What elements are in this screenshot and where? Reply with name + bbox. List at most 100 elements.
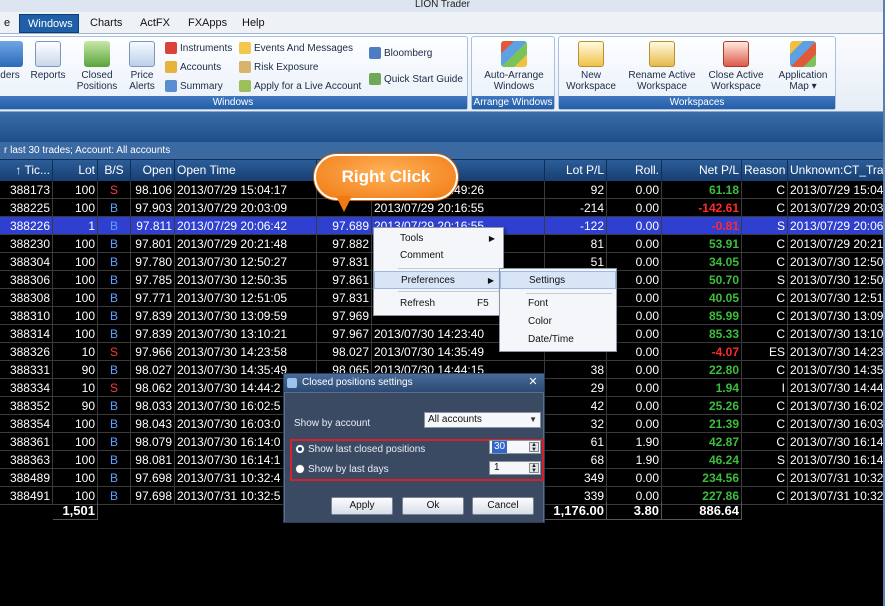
ctx-tools-label: Tools <box>400 233 424 244</box>
total-lot-pl: 1,176.00 <box>545 502 607 520</box>
cell-open-price: 97.839 <box>131 307 175 325</box>
rename-workspace-button[interactable]: Rename Active Workspace <box>625 41 699 92</box>
apply-live-button[interactable]: Apply for a Live Account <box>239 79 361 95</box>
cell-open-time: 2013/07/30 12:50:35 <box>175 271 317 289</box>
bloomberg-button[interactable]: Bloomberg <box>369 46 432 62</box>
last-closed-stepper[interactable]: 30 ▲ ▼ <box>489 440 541 454</box>
table-row[interactable]: 388314 100 B 97.839 2013/07/30 13:10:21 97.96… <box>0 325 883 343</box>
submenu-color[interactable]: Color <box>500 313 616 331</box>
total-roll: 3.80 <box>607 502 662 520</box>
apply-button[interactable]: Apply <box>331 497 393 515</box>
orders-button[interactable]: ders <box>0 41 23 81</box>
column-header-net-pl[interactable]: Net P/L <box>662 160 742 181</box>
risk-exposure-button[interactable]: Risk Exposure <box>239 60 318 76</box>
menu-file[interactable]: e <box>0 14 18 33</box>
cell-lot: 10 <box>53 343 98 361</box>
ok-button[interactable]: Ok <box>402 497 464 515</box>
last-closed-label: Show last closed positions <box>308 444 426 455</box>
column-header-lot-pl[interactable]: Lot P/L <box>545 160 607 181</box>
spin-updown-icon[interactable]: ▲ ▼ <box>529 442 539 453</box>
cell-ticket: 388304 <box>0 253 53 271</box>
cancel-button[interactable]: Cancel <box>472 497 534 515</box>
summary-button[interactable]: Summary <box>165 79 223 95</box>
instruments-icon <box>165 42 177 55</box>
close-icon[interactable]: ✕ <box>526 375 540 389</box>
cell-ct-trade: 2013/07/30 12:50 <box>788 255 884 271</box>
ctx-preferences[interactable]: Preferences ▶ <box>374 271 503 289</box>
cell-lot: 100 <box>53 199 98 217</box>
quick-start-label: Quick Start Guide <box>384 74 463 85</box>
menu-fxapps[interactable]: FXApps <box>180 14 235 33</box>
cell-open-price: 97.780 <box>131 253 175 271</box>
cell-ct-trade: 2013/07/30 12:50 <box>788 273 884 289</box>
quick-start-button[interactable]: Quick Start Guide <box>369 72 463 88</box>
column-header-reason[interactable]: Reason <box>742 160 788 181</box>
ctx-tools[interactable]: Tools ▶ <box>374 230 503 248</box>
account-select[interactable]: All accounts ▼ <box>424 412 541 428</box>
column-header-open-price[interactable]: Open <box>131 160 175 181</box>
reports-icon <box>35 41 61 67</box>
cell-buy-sell: B <box>98 415 131 433</box>
ribbon-group-arrange: Auto-Arrange Windows Arrange Windows <box>471 36 555 110</box>
cell-lot-pl: 61 <box>545 433 607 451</box>
account-select-value: All accounts <box>428 414 482 425</box>
menu-actfx[interactable]: ActFX <box>132 14 178 33</box>
events-button[interactable]: Events And Messages <box>239 41 353 57</box>
cell-open-price: 97.785 <box>131 271 175 289</box>
submenu-arrow-icon: ▶ <box>488 234 495 243</box>
ctx-separator <box>398 291 500 292</box>
cell-lot-pl: -122 <box>545 217 607 235</box>
cell-close-time: 2013/07/29 20:16:55 <box>372 199 545 217</box>
auto-arrange-button[interactable]: Auto-Arrange Windows <box>476 41 552 92</box>
table-row[interactable]: 388326 10 S 97.966 2013/07/30 14:23:58 98.027… <box>0 343 884 361</box>
cell-ct-trade: 2013/07/30 14:23 <box>788 345 884 361</box>
cell-open-time: 2013/07/30 13:09:59 <box>175 307 317 325</box>
ctx-separator <box>398 268 500 269</box>
accounts-button[interactable]: Accounts <box>165 60 221 76</box>
column-header-ticket[interactable]: ↑ Tic... <box>0 160 53 181</box>
submenu-datetime[interactable]: Date/Time <box>500 331 616 349</box>
new-workspace-button[interactable]: New Workspace <box>563 41 619 92</box>
closed-positions-button[interactable]: Closed Positions <box>75 41 119 92</box>
menu-windows[interactable]: Windows <box>19 14 79 33</box>
cell-ticket: 388352 <box>0 397 53 415</box>
submenu-settings[interactable]: Settings <box>500 271 616 289</box>
column-header-ct-trade[interactable]: Unknown:CT_Tra <box>788 160 883 181</box>
application-map-label-2: Map ▾ <box>789 81 817 92</box>
radio-last-closed[interactable] <box>295 444 305 454</box>
menu-charts[interactable]: Charts <box>82 14 130 33</box>
reports-button[interactable]: Reports <box>28 41 68 81</box>
cell-open-price: 98.106 <box>131 181 175 199</box>
orders-label: ders <box>0 70 20 81</box>
column-header-open-time[interactable]: Open Time <box>175 160 317 181</box>
cell-rollover: 1.90 <box>607 433 662 451</box>
cell-rollover: 0.00 <box>607 397 662 415</box>
instruments-button[interactable]: Instruments <box>165 41 232 57</box>
price-alerts-button[interactable]: Price Alerts <box>124 41 160 92</box>
apply-live-icon <box>239 80 251 93</box>
closed-positions-settings-dialog: Closed positions settings ✕ Show by acco… <box>283 373 545 523</box>
panel-header-band <box>0 112 883 142</box>
table-row[interactable]: 388225 100 B 97.903 2013/07/29 20:03:09 2013/… <box>0 199 883 217</box>
ctx-refresh[interactable]: Refresh F5 <box>374 295 503 313</box>
filter-text: r last 30 trades; Account: All accounts <box>4 145 171 156</box>
menu-help[interactable]: Help <box>234 14 273 33</box>
submenu-font[interactable]: Font <box>500 295 616 313</box>
auto-arrange-label-2: Windows <box>493 81 535 92</box>
last-days-value: 1 <box>494 462 500 473</box>
column-header-rollover[interactable]: Roll. <box>607 160 662 181</box>
last-days-label: Show by last days <box>308 464 389 475</box>
column-header-lot[interactable]: Lot <box>53 160 98 181</box>
summary-label: Summary <box>180 81 223 92</box>
cell-open-price: 98.081 <box>131 451 175 469</box>
column-header-buy-sell[interactable]: B/S <box>98 160 131 181</box>
spin-updown-icon[interactable]: ▲ ▼ <box>529 463 539 474</box>
last-days-stepper[interactable]: 1 ▲ ▼ <box>489 461 541 475</box>
cell-reason: C <box>742 181 788 199</box>
application-map-button[interactable]: Application Map ▾ <box>773 41 833 92</box>
radio-last-days[interactable] <box>295 464 305 474</box>
ctx-comment[interactable]: Comment <box>374 247 503 265</box>
close-workspace-button[interactable]: Close Active Workspace <box>703 41 769 92</box>
cell-close-price: 97.831 <box>317 253 372 271</box>
cell-close-price: 97.689 <box>317 217 372 235</box>
